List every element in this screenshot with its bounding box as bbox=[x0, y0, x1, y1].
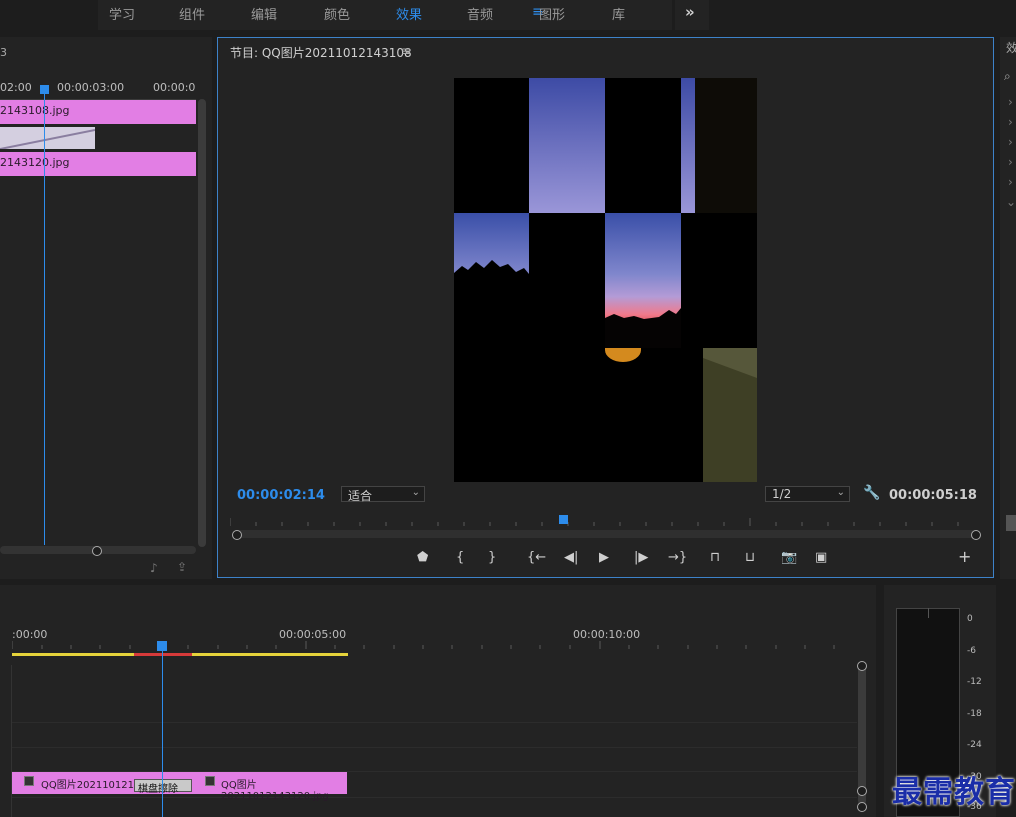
tab-assembly[interactable]: 组件 bbox=[179, 4, 205, 23]
watermark-logo: 最需教育 bbox=[892, 775, 1016, 810]
scroll-handle[interactable] bbox=[857, 802, 867, 812]
zoom-level-select[interactable]: 适合 ⌄ bbox=[341, 486, 425, 503]
playback-resolution-select[interactable]: 1/2 ⌄ bbox=[765, 486, 850, 502]
export-frame-icon[interactable]: 📷 bbox=[781, 550, 797, 565]
checkerboard-frame bbox=[454, 78, 757, 482]
chevron-right-icon[interactable]: › bbox=[1008, 95, 1013, 109]
timeline-playhead-line bbox=[162, 647, 163, 817]
search-icon[interactable]: ⌕ bbox=[1004, 69, 1011, 84]
source-vertical-scrollbar[interactable] bbox=[198, 99, 206, 547]
source-panel-label: 3 bbox=[0, 46, 7, 59]
video-viewer[interactable] bbox=[454, 78, 757, 482]
chevron-right-icon[interactable]: › bbox=[1008, 135, 1013, 149]
workspace-more-button[interactable]: » bbox=[675, 0, 709, 30]
tab-audio[interactable]: 音频 bbox=[467, 4, 493, 23]
current-timecode[interactable]: 00:00:02:14 bbox=[237, 488, 325, 503]
tab-libraries[interactable]: 库 bbox=[612, 4, 625, 23]
wrench-icon[interactable]: 🔧 bbox=[863, 485, 880, 501]
source-timecode: 02:00 bbox=[0, 81, 32, 94]
go-to-out-button[interactable]: →} bbox=[668, 550, 687, 565]
play-button[interactable]: ▶ bbox=[599, 550, 609, 565]
go-to-in-button[interactable]: {← bbox=[527, 550, 546, 565]
timeline-vertical-scrollbar[interactable] bbox=[858, 665, 866, 805]
source-clip[interactable]: 2143120.jpg bbox=[0, 152, 196, 176]
source-panel: 3 02:00 00:00:03:00 00:00:0 2143108.jpg … bbox=[0, 37, 212, 579]
tab-color[interactable]: 颜色 bbox=[324, 4, 350, 23]
track-header-divider bbox=[11, 665, 12, 817]
db-label: -24 bbox=[967, 740, 982, 750]
source-playhead-line bbox=[44, 89, 45, 545]
effects-panel: 效 ⌕ › › › › › ⌄ bbox=[1000, 37, 1016, 579]
chevron-down-icon: ⌄ bbox=[411, 487, 420, 498]
chevron-right-icon[interactable]: › bbox=[1008, 155, 1013, 169]
transition-diagonal-icon bbox=[0, 129, 95, 149]
program-playhead[interactable] bbox=[559, 515, 568, 524]
chevron-down-icon: ⌄ bbox=[836, 487, 845, 498]
fx-badge-icon bbox=[205, 776, 215, 786]
tab-editing[interactable]: 编辑 bbox=[251, 4, 277, 23]
source-timecode: 00:00:0 bbox=[153, 81, 196, 94]
render-bar bbox=[134, 653, 192, 656]
timeline-panel: :00:00 00:00:05:00 00:00:10:00 QQ图片20211… bbox=[0, 585, 876, 817]
mark-out-button[interactable]: } bbox=[488, 550, 496, 565]
timeline-playhead[interactable] bbox=[157, 641, 167, 651]
chevron-right-icon[interactable]: › bbox=[1008, 115, 1013, 129]
db-label: -18 bbox=[967, 709, 982, 719]
workspace-tabs: 学习 组件 编辑 颜色 效果 ≡ 音频 图形 库 bbox=[98, 0, 672, 30]
clip-label: QQ图片20211012143120.jpg bbox=[221, 780, 329, 802]
clip-label: QQ图片2021101214 bbox=[41, 780, 141, 791]
scroll-handle-top[interactable] bbox=[857, 661, 867, 671]
track-divider bbox=[12, 747, 857, 748]
program-title[interactable]: 节目: QQ图片20211012143108 bbox=[230, 44, 412, 61]
fx-badge-icon bbox=[24, 776, 34, 786]
track-divider bbox=[12, 722, 857, 723]
tab-learn[interactable]: 学习 bbox=[109, 4, 135, 23]
scroll-handle-right[interactable] bbox=[971, 530, 981, 540]
panel-title-fragment: 效 bbox=[1006, 41, 1016, 55]
source-playhead[interactable] bbox=[40, 85, 49, 94]
lift-button[interactable]: ⊓ bbox=[710, 550, 720, 565]
panel-menu-icon[interactable]: ≡ bbox=[401, 44, 411, 58]
add-marker-button[interactable]: ⬟ bbox=[417, 550, 428, 565]
scroll-handle-bottom[interactable] bbox=[857, 786, 867, 796]
chevron-double-right-icon: » bbox=[685, 3, 695, 21]
program-ruler[interactable] bbox=[230, 516, 980, 526]
mark-in-button[interactable]: { bbox=[456, 550, 464, 565]
duration-timecode: 00:00:05:18 bbox=[889, 488, 977, 503]
extract-button[interactable]: ⊔ bbox=[745, 550, 755, 565]
audio-icon[interactable]: ♪ bbox=[150, 561, 158, 575]
db-label: 0 bbox=[967, 614, 973, 624]
meter-channel-divider bbox=[928, 608, 929, 618]
scroll-handle[interactable] bbox=[92, 546, 102, 556]
transition-curve[interactable] bbox=[0, 127, 95, 149]
program-monitor: 节目: QQ图片20211012143108 ≡ 00:00:02:14 适合 … bbox=[217, 37, 994, 578]
db-label: -6 bbox=[967, 646, 976, 656]
chevron-right-icon[interactable]: › bbox=[1008, 175, 1013, 189]
source-clip[interactable]: 2143108.jpg bbox=[0, 100, 196, 124]
db-label: -12 bbox=[967, 677, 982, 687]
source-timecode: 00:00:03:00 bbox=[57, 81, 125, 94]
timeline-timecode: 00:00:10:00 bbox=[573, 628, 641, 641]
tab-effects[interactable]: 效果 bbox=[396, 4, 422, 23]
add-button[interactable]: + bbox=[958, 547, 971, 566]
timeline-transition[interactable]: 棋盘擦除 bbox=[134, 779, 192, 795]
track-divider bbox=[12, 797, 857, 798]
chevron-down-icon[interactable]: ⌄ bbox=[1006, 195, 1016, 209]
tab-graphics[interactable]: 图形 bbox=[539, 4, 565, 23]
export-icon[interactable]: ⇪ bbox=[177, 560, 187, 574]
timeline-timecode: :00:00 bbox=[12, 628, 48, 641]
timeline-ruler[interactable] bbox=[12, 641, 857, 649]
step-back-button[interactable]: ◀| bbox=[564, 550, 578, 565]
comparison-view-button[interactable]: ▣ bbox=[815, 550, 827, 565]
timeline-timecode: 00:00:05:00 bbox=[279, 628, 347, 641]
step-forward-button[interactable]: |▶ bbox=[634, 550, 648, 565]
program-zoom-scrollbar[interactable] bbox=[233, 530, 978, 538]
effects-scrollbar[interactable] bbox=[1006, 515, 1016, 531]
scroll-handle-left[interactable] bbox=[232, 530, 242, 540]
